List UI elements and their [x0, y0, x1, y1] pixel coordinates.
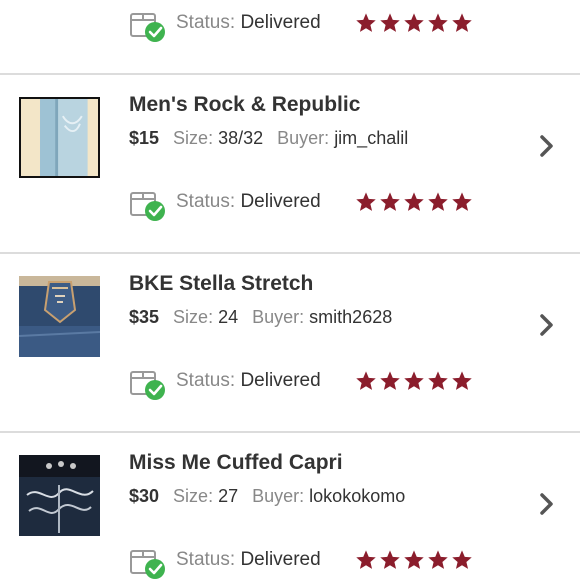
rating-stars [355, 191, 475, 213]
rating-stars [355, 370, 475, 392]
item-thumbnail [19, 97, 100, 178]
status-line: Status: Delivered [129, 366, 489, 400]
star-icon [379, 191, 401, 213]
delivered-package-icon [130, 371, 165, 400]
delivered-package-icon [130, 550, 165, 579]
star-icon [355, 370, 377, 392]
item-thumbnail [19, 455, 100, 536]
star-icon [427, 12, 449, 34]
item-meta: $30 Size: 27 Buyer: lokokokomo [129, 486, 406, 506]
star-icon [451, 12, 473, 34]
chevron-right-icon[interactable] [537, 489, 557, 519]
star-icon [403, 191, 425, 213]
list-item[interactable]: Miss Me Cuffed Capri $30 Size: 27 Buyer: l… [0, 433, 580, 580]
star-icon [427, 549, 449, 571]
item-title: Miss Me Cuffed Capri [129, 451, 343, 474]
rating-stars [355, 12, 475, 34]
item-thumbnail [19, 276, 100, 357]
item-title: Men's Rock & Republic [129, 93, 361, 116]
status-text: Status: Delivered [176, 549, 321, 570]
rating-stars [355, 549, 475, 571]
status-line: Status: Delivered [129, 8, 489, 42]
star-icon [403, 549, 425, 571]
star-icon [355, 549, 377, 571]
delivered-package-icon [130, 13, 165, 42]
item-meta: $35 Size: 24 Buyer: smith2628 [129, 307, 393, 327]
status-text: Status: Delivered [176, 370, 321, 391]
item-title: BKE Stella Stretch [129, 272, 314, 295]
star-icon [427, 191, 449, 213]
star-icon [379, 549, 401, 571]
chevron-right-icon[interactable] [537, 310, 557, 340]
sold-items-list: Status: Delivered Men's Rock & Republic … [0, 0, 580, 580]
star-icon [403, 12, 425, 34]
list-item[interactable]: Men's Rock & Republic $15 Size: 38/32 Buye… [0, 75, 580, 252]
star-icon [451, 549, 473, 571]
star-icon [379, 370, 401, 392]
status-line: Status: Delivered [129, 545, 489, 579]
chevron-right-icon[interactable] [537, 131, 557, 161]
star-icon [451, 370, 473, 392]
star-icon [355, 191, 377, 213]
list-item[interactable]: BKE Stella Stretch $35 Size: 24 Buyer: smi… [0, 254, 580, 431]
star-icon [355, 12, 377, 34]
status-line: Status: Delivered [129, 187, 489, 221]
delivered-package-icon [130, 192, 165, 221]
status-text: Status: Delivered [176, 12, 321, 33]
star-icon [451, 191, 473, 213]
star-icon [379, 12, 401, 34]
status-text: Status: Delivered [176, 191, 321, 212]
star-icon [403, 370, 425, 392]
item-meta: $15 Size: 38/32 Buyer: jim_chalil [129, 128, 409, 148]
star-icon [427, 370, 449, 392]
